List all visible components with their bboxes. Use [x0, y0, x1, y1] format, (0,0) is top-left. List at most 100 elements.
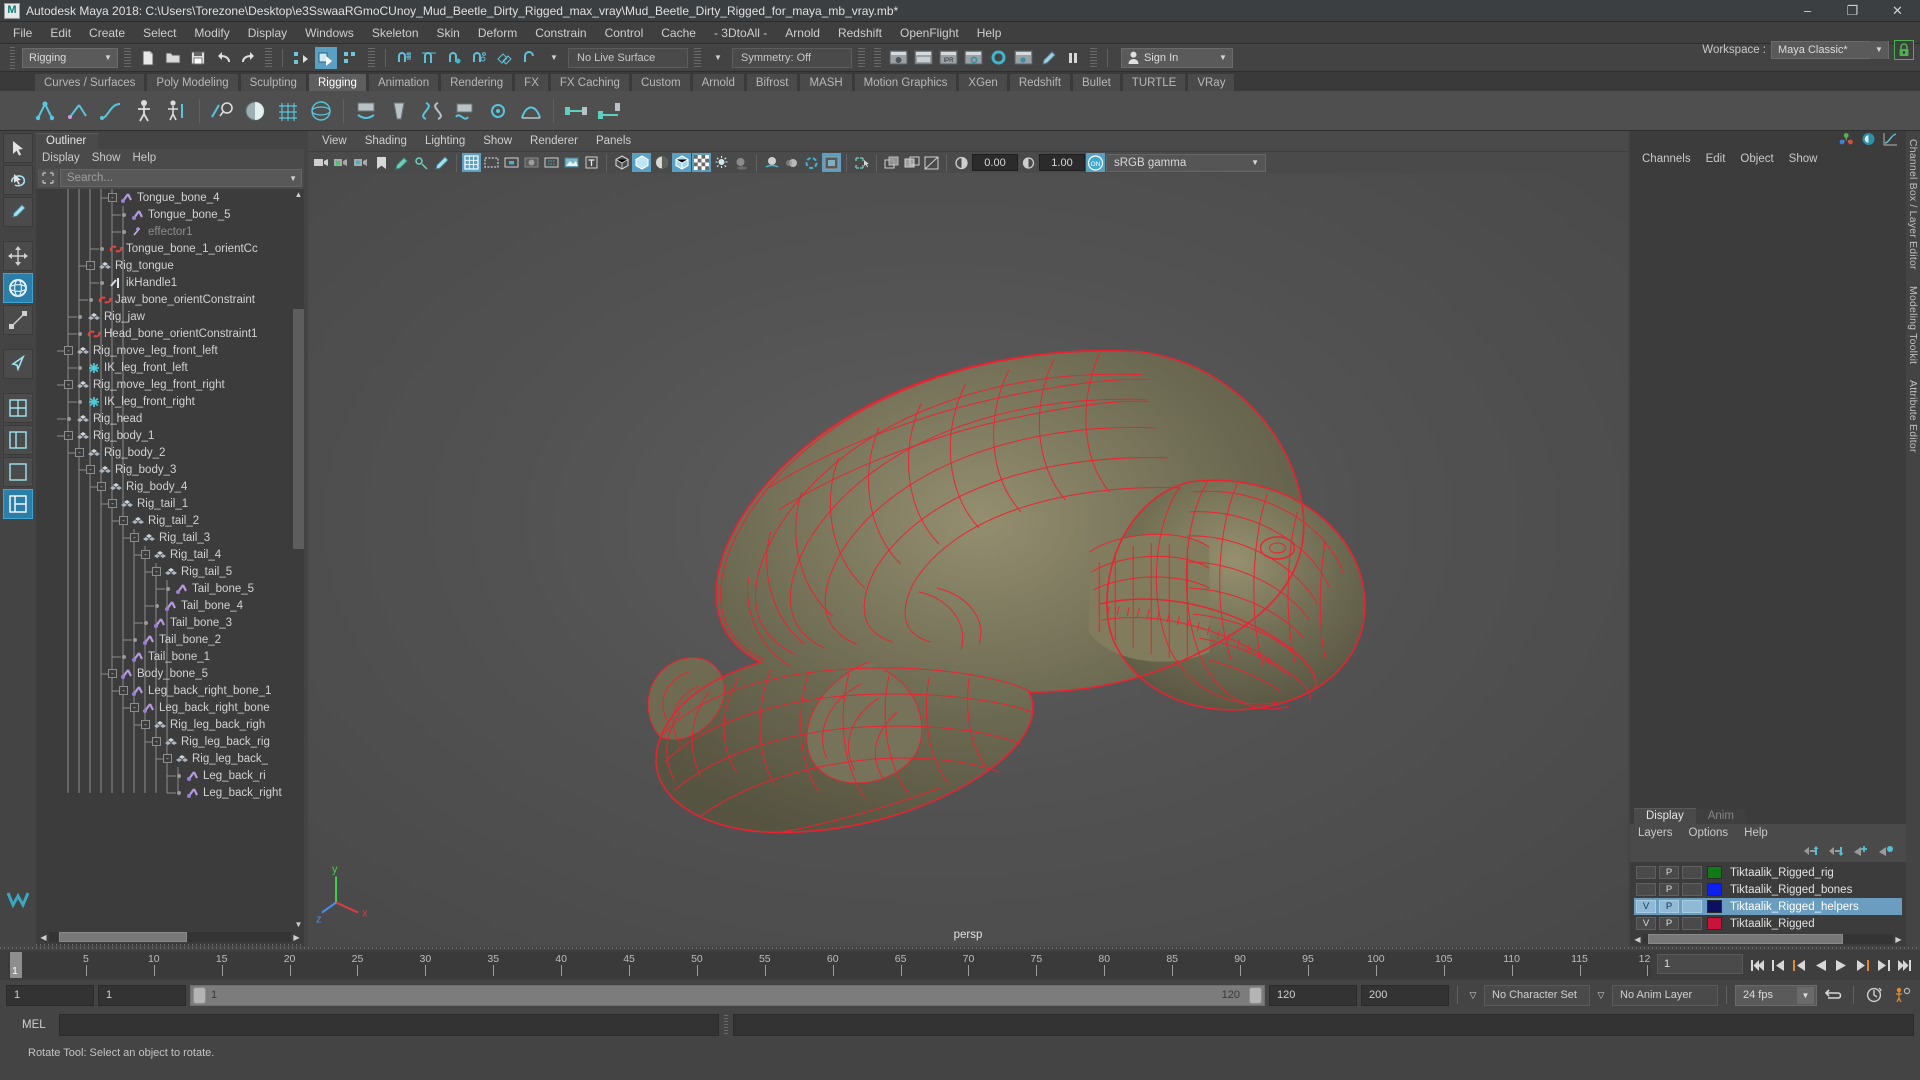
shelf-wrap-icon[interactable]: [306, 96, 336, 126]
outliner-row[interactable]: - Rig_body_3: [36, 461, 304, 478]
close-button[interactable]: ✕: [1875, 0, 1920, 22]
text-overlay-icon[interactable]: [582, 153, 601, 172]
viewport-background-icon[interactable]: [822, 153, 841, 172]
layer-scroll-right-icon[interactable]: ▶: [1893, 934, 1904, 945]
playback-start-field[interactable]: 1: [98, 984, 186, 1006]
play-forwards-button[interactable]: [1831, 954, 1851, 976]
outliner-row[interactable]: effector1: [36, 223, 304, 240]
outliner-row[interactable]: IK_leg_front_right: [36, 393, 304, 410]
save-scene-button[interactable]: [187, 47, 209, 69]
rotate-tool-button[interactable]: [3, 273, 33, 303]
creature-model[interactable]: y x z: [308, 173, 1628, 946]
lock-workspace-button[interactable]: [1894, 39, 1914, 60]
minimize-button[interactable]: –: [1785, 0, 1830, 22]
shaded-wireframe-icon[interactable]: [652, 153, 671, 172]
maximize-button[interactable]: ❐: [1830, 0, 1875, 22]
persp-viewport[interactable]: y x z persp: [308, 173, 1628, 946]
tree-expander-icon[interactable]: -: [97, 482, 106, 491]
scroll-up-arrow-icon[interactable]: ▲: [293, 189, 304, 200]
layer-toggle-playback[interactable]: P: [1659, 917, 1679, 930]
use-all-lights-icon[interactable]: [712, 153, 731, 172]
menu-item-constrain[interactable]: Constrain: [526, 22, 595, 44]
display-layer-list[interactable]: P Tiktaalik_Rigged_rig P Tiktaalik_Rigged_b…: [1630, 862, 1906, 932]
layer-tab-anim[interactable]: Anim: [1695, 809, 1746, 824]
outliner-row[interactable]: Tail_bone_1: [36, 648, 304, 665]
shelf-tab-mash[interactable]: MASH: [799, 73, 853, 91]
shelf-tab-bullet[interactable]: Bullet: [1072, 73, 1121, 91]
shelf-tab-rigging[interactable]: Rigging: [307, 73, 367, 91]
command-input[interactable]: [58, 1014, 719, 1036]
snap-to-projected-center-button[interactable]: [468, 47, 490, 69]
toggle-brush-button[interactable]: [1037, 47, 1059, 69]
layer-toggle-playback[interactable]: P: [1659, 900, 1679, 913]
tree-expander-icon[interactable]: -: [119, 516, 128, 525]
outliner-row[interactable]: - Leg_back_right_bone: [36, 699, 304, 716]
shelf-cluster-icon[interactable]: [483, 96, 513, 126]
symmetry-chevron[interactable]: ▼: [707, 47, 729, 69]
shelf-blendshape-icon[interactable]: [516, 96, 546, 126]
range-slider[interactable]: 1 120: [190, 984, 1265, 1006]
layer-toggle-visibility[interactable]: [1636, 883, 1656, 896]
sign-in-button[interactable]: Sign In ▼: [1121, 47, 1233, 68]
xray-icon[interactable]: [882, 153, 901, 172]
persp-outliner-layout-button[interactable]: [3, 425, 33, 455]
outliner-horizontal-scrollbar[interactable]: ◀ ▶: [36, 930, 304, 944]
layer-row[interactable]: V P Tiktaalik_Rigged_helpers: [1634, 898, 1902, 915]
outliner-search-input[interactable]: Search... ▼: [60, 169, 302, 187]
tree-expander-icon[interactable]: -: [119, 686, 128, 695]
chevron-down-icon-search[interactable]: ▼: [289, 174, 297, 183]
channelbox-menu-show[interactable]: Show: [1789, 153, 1818, 165]
smooth-shade-all-icon[interactable]: [632, 153, 651, 172]
tree-expander-icon[interactable]: -: [108, 193, 117, 202]
layer-color-swatch[interactable]: [1707, 883, 1722, 896]
tree-expander-icon[interactable]: -: [152, 567, 161, 576]
snap-to-view-planes-button[interactable]: [493, 47, 515, 69]
undo-button[interactable]: [212, 47, 234, 69]
shelf-paint-weights-icon[interactable]: [240, 96, 270, 126]
outliner-scroll-thumb[interactable]: [293, 309, 304, 549]
tree-expander-icon[interactable]: -: [64, 431, 73, 440]
tree-expander-icon[interactable]: -: [86, 261, 95, 270]
shelf-tab-arnold[interactable]: Arnold: [691, 73, 745, 91]
shelf-ik-spline-icon[interactable]: [96, 96, 126, 126]
outliner-tab[interactable]: Outliner: [36, 133, 99, 149]
menu-item-redshift[interactable]: Redshift: [829, 22, 891, 44]
open-scene-button[interactable]: [162, 47, 184, 69]
workspace-selector[interactable]: Maya Classic* ▼: [1771, 40, 1889, 59]
move-layer-down-icon[interactable]: [1828, 845, 1844, 860]
shelf-tab-sculpting[interactable]: Sculpting: [239, 73, 307, 91]
tree-expander-icon[interactable]: -: [130, 703, 139, 712]
outliner-row[interactable]: - Rig_tongue: [36, 257, 304, 274]
outliner-row[interactable]: Head_bone_orientConstraint1: [36, 325, 304, 342]
shelf-tab-animation[interactable]: Animation: [367, 73, 440, 91]
shelf-deformer-twist-icon[interactable]: [417, 96, 447, 126]
viewport-menu-view[interactable]: View: [322, 135, 347, 147]
layer-scroll-left-icon[interactable]: ◀: [1632, 934, 1643, 945]
exposure-value-field[interactable]: 0.00: [972, 154, 1018, 171]
layer-hscroll-track[interactable]: [1643, 934, 1893, 944]
shelf-tab-vray[interactable]: VRay: [1187, 73, 1236, 91]
layer-row[interactable]: P Tiktaalik_Rigged_bones: [1634, 881, 1902, 898]
shelf-tab-turtle[interactable]: TURTLE: [1121, 73, 1187, 91]
layer-hscroll-thumb[interactable]: [1648, 934, 1843, 944]
exposure-icon[interactable]: [562, 153, 581, 172]
character-set-field[interactable]: No Character Set: [1484, 984, 1590, 1006]
viewport-menu-panels[interactable]: Panels: [596, 135, 631, 147]
animation-preferences-button[interactable]: [1890, 984, 1914, 1006]
lock-camera-icon[interactable]: [332, 153, 351, 172]
menu-item-arnold[interactable]: Arnold: [776, 22, 829, 44]
menu-item-help[interactable]: Help: [968, 22, 1011, 44]
fps-selector[interactable]: 24 fps ▼: [1735, 984, 1817, 1006]
anim-layer-chevron[interactable]: ▽: [1594, 985, 1608, 1005]
ambient-occlusion-icon[interactable]: [762, 153, 781, 172]
grid-toggle-icon[interactable]: [462, 153, 481, 172]
film-gate-icon[interactable]: [482, 153, 501, 172]
outliner-row[interactable]: - Rig_leg_back_righ: [36, 716, 304, 733]
menu-item-windows[interactable]: Windows: [296, 22, 363, 44]
select-tool-button[interactable]: [3, 133, 33, 163]
timeline-resize-handle[interactable]: [0, 947, 1920, 949]
menu-item-3dtoall[interactable]: - 3DtoAll -: [705, 22, 776, 44]
outliner-row[interactable]: - Rig_leg_back_rig: [36, 733, 304, 750]
vertical-tab-channel-box-layer-editor[interactable]: Channel Box / Layer Editor: [1907, 131, 1919, 278]
tree-expander-icon[interactable]: -: [108, 669, 117, 678]
